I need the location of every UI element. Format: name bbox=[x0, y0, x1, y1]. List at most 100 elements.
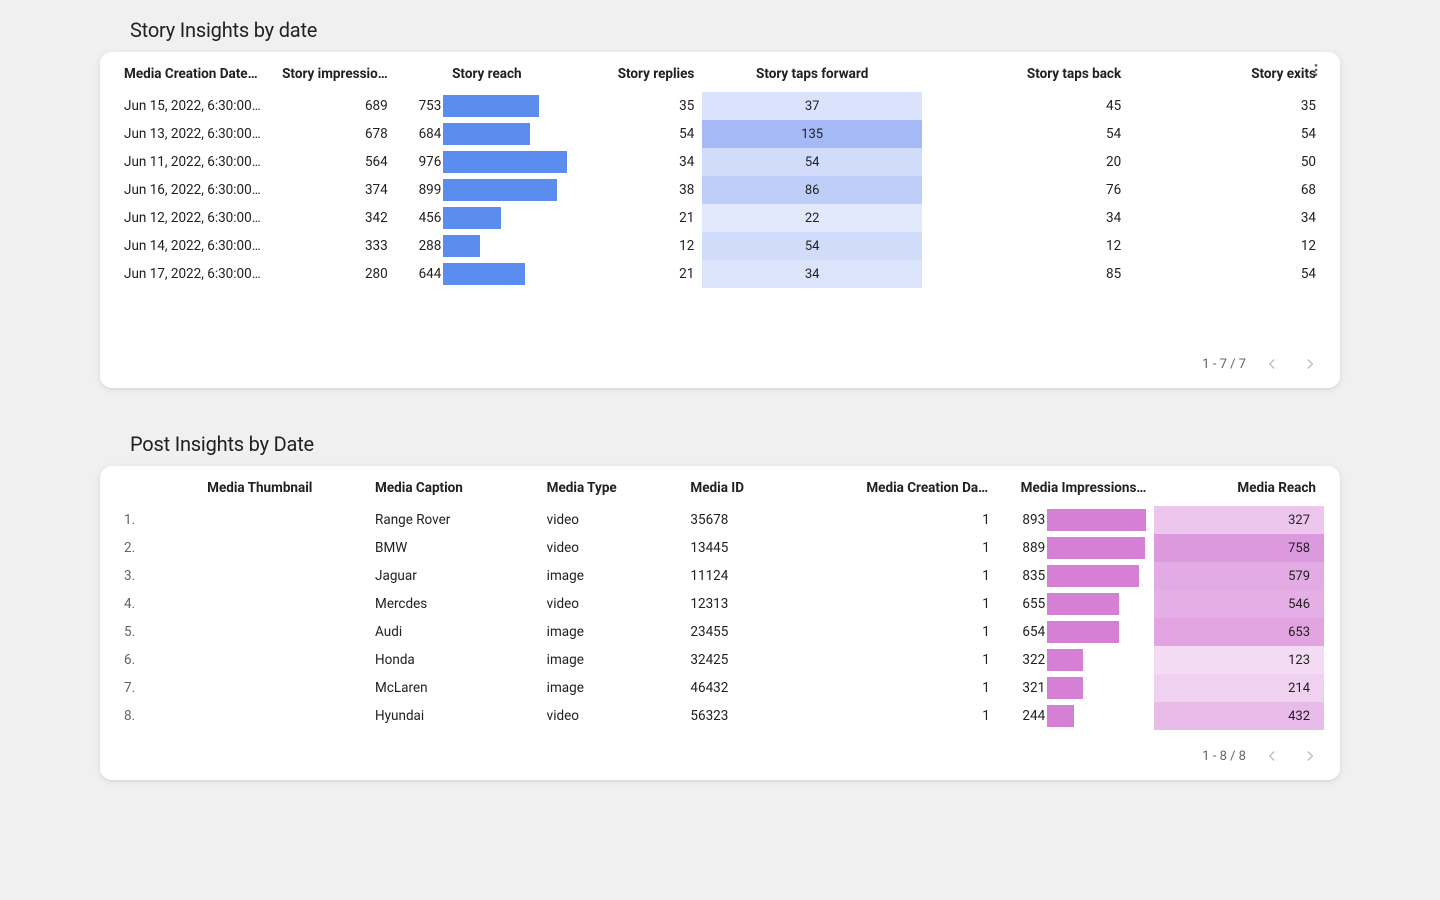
story-taps-back-cell: 34 bbox=[922, 204, 1129, 232]
story-pager-range: 1 - 7 / 7 bbox=[1202, 357, 1246, 372]
post-col-reach[interactable]: Media Reach bbox=[1154, 466, 1324, 506]
post-id-cell: 23455 bbox=[682, 618, 858, 646]
table-row: Jun 12, 2022, 6:30:00 PM34245621223434 bbox=[116, 204, 1324, 232]
post-caption-cell: Jaguar bbox=[367, 562, 539, 590]
story-replies-cell: 54 bbox=[578, 120, 702, 148]
post-rownum: 3. bbox=[116, 562, 152, 590]
table-row: Jun 17, 2022, 6:30:00 PM28064421348554 bbox=[116, 260, 1324, 288]
post-rownum: 7. bbox=[116, 674, 152, 702]
chevron-right-icon bbox=[1301, 355, 1319, 373]
post-rownum: 6. bbox=[116, 646, 152, 674]
story-col-impressions[interactable]: Story impressio… bbox=[271, 52, 395, 92]
post-id-cell: 13445 bbox=[682, 534, 858, 562]
story-date-cell: Jun 12, 2022, 6:30:00 PM bbox=[116, 204, 271, 232]
post-impressions-value: 835 bbox=[998, 562, 1047, 590]
post-col-impressions[interactable]: Media Impressions… bbox=[998, 466, 1155, 506]
post-datetime-cell: 1 bbox=[858, 618, 997, 646]
story-col-replies[interactable]: Story replies bbox=[578, 52, 702, 92]
post-id-cell: 32425 bbox=[682, 646, 858, 674]
post-id-cell: 46432 bbox=[682, 674, 858, 702]
story-taps-back-cell: 85 bbox=[922, 260, 1129, 288]
story-reach-bar bbox=[443, 120, 578, 148]
story-col-taps-fwd[interactable]: Story taps forward bbox=[702, 52, 922, 92]
story-col-taps-back[interactable]: Story taps back bbox=[922, 52, 1129, 92]
post-impressions-value: 322 bbox=[998, 646, 1047, 674]
story-pager-next[interactable] bbox=[1298, 352, 1322, 376]
post-col-id[interactable]: Media ID bbox=[682, 466, 858, 506]
post-reach-cell: 214 bbox=[1154, 674, 1324, 702]
story-taps-fwd-cell: 34 bbox=[702, 260, 922, 288]
post-id-cell: 11124 bbox=[682, 562, 858, 590]
table-row: Jun 11, 2022, 6:30:00 PM56497634542050 bbox=[116, 148, 1324, 176]
post-reach-cell: 758 bbox=[1154, 534, 1324, 562]
post-reach-cell: 123 bbox=[1154, 646, 1324, 674]
post-rownum: 1. bbox=[116, 506, 152, 534]
table-row: 2.BMWvideo134451889758 bbox=[116, 534, 1324, 562]
post-rownum: 8. bbox=[116, 702, 152, 730]
table-row: Jun 15, 2022, 6:30:00 PM68975335374535 bbox=[116, 92, 1324, 120]
story-replies-cell: 34 bbox=[578, 148, 702, 176]
story-pager-prev[interactable] bbox=[1260, 352, 1284, 376]
post-caption-cell: Honda bbox=[367, 646, 539, 674]
post-impressions-bar bbox=[1047, 618, 1154, 646]
story-reach-bar bbox=[443, 232, 578, 260]
post-caption-cell: BMW bbox=[367, 534, 539, 562]
table-row: 8.Hyundaivideo563231244432 bbox=[116, 702, 1324, 730]
story-col-date[interactable]: Media Creation Date… bbox=[116, 52, 271, 92]
table-row: Jun 14, 2022, 6:30:00 PM33328812541212 bbox=[116, 232, 1324, 260]
story-reach-bar bbox=[443, 148, 578, 176]
story-reach-value: 976 bbox=[396, 148, 444, 176]
story-reach-value: 456 bbox=[396, 204, 444, 232]
post-thumbnail-cell bbox=[152, 618, 367, 646]
story-impressions-cell: 689 bbox=[271, 92, 395, 120]
post-card: Media Thumbnail Media Caption Media Type… bbox=[100, 466, 1340, 780]
post-thumbnail-cell bbox=[152, 562, 367, 590]
table-row: 3.Jaguarimage111241835579 bbox=[116, 562, 1324, 590]
story-taps-fwd-cell: 54 bbox=[702, 232, 922, 260]
story-reach-bar bbox=[443, 92, 578, 120]
story-col-reach[interactable]: Story reach bbox=[396, 52, 578, 92]
post-rownum: 4. bbox=[116, 590, 152, 618]
post-pager-next[interactable] bbox=[1298, 744, 1322, 768]
post-caption-cell: Audi bbox=[367, 618, 539, 646]
story-exits-cell: 54 bbox=[1129, 120, 1324, 148]
post-impressions-bar bbox=[1047, 534, 1154, 562]
story-taps-back-cell: 76 bbox=[922, 176, 1129, 204]
story-taps-fwd-cell: 135 bbox=[702, 120, 922, 148]
post-pager-range: 1 - 8 / 8 bbox=[1202, 749, 1246, 764]
post-impressions-bar bbox=[1047, 702, 1154, 730]
story-exits-cell: 54 bbox=[1129, 260, 1324, 288]
story-reach-bar bbox=[443, 260, 578, 288]
post-col-caption[interactable]: Media Caption bbox=[367, 466, 539, 506]
post-datetime-cell: 1 bbox=[858, 562, 997, 590]
post-impressions-bar bbox=[1047, 562, 1154, 590]
more-options-button[interactable] bbox=[1306, 60, 1326, 80]
story-header-row: Media Creation Date… Story impressio… St… bbox=[116, 52, 1324, 92]
post-impressions-value: 244 bbox=[998, 702, 1047, 730]
post-datetime-cell: 1 bbox=[858, 674, 997, 702]
story-pager: 1 - 7 / 7 bbox=[100, 338, 1340, 380]
post-caption-cell: McLaren bbox=[367, 674, 539, 702]
chevron-right-icon bbox=[1301, 747, 1319, 765]
post-thumbnail-cell bbox=[152, 590, 367, 618]
post-col-datetime[interactable]: Media Creation Datetime bbox=[858, 466, 997, 506]
story-reach-value: 684 bbox=[396, 120, 444, 148]
post-col-thumb[interactable]: Media Thumbnail bbox=[152, 466, 367, 506]
story-reach-value: 753 bbox=[396, 92, 444, 120]
story-taps-back-cell: 54 bbox=[922, 120, 1129, 148]
post-impressions-bar bbox=[1047, 674, 1154, 702]
chevron-left-icon bbox=[1263, 355, 1281, 373]
post-reach-cell: 432 bbox=[1154, 702, 1324, 730]
post-datetime-cell: 1 bbox=[858, 646, 997, 674]
post-type-cell: image bbox=[539, 562, 683, 590]
post-datetime-cell: 1 bbox=[858, 506, 997, 534]
story-col-exits[interactable]: Story exits bbox=[1129, 52, 1324, 92]
story-impressions-cell: 678 bbox=[271, 120, 395, 148]
post-header-row: Media Thumbnail Media Caption Media Type… bbox=[116, 466, 1324, 506]
post-caption-cell: Mercdes bbox=[367, 590, 539, 618]
story-impressions-cell: 280 bbox=[271, 260, 395, 288]
post-col-type[interactable]: Media Type bbox=[539, 466, 683, 506]
story-replies-cell: 12 bbox=[578, 232, 702, 260]
story-card: Media Creation Date… Story impressio… St… bbox=[100, 52, 1340, 388]
post-pager-prev[interactable] bbox=[1260, 744, 1284, 768]
